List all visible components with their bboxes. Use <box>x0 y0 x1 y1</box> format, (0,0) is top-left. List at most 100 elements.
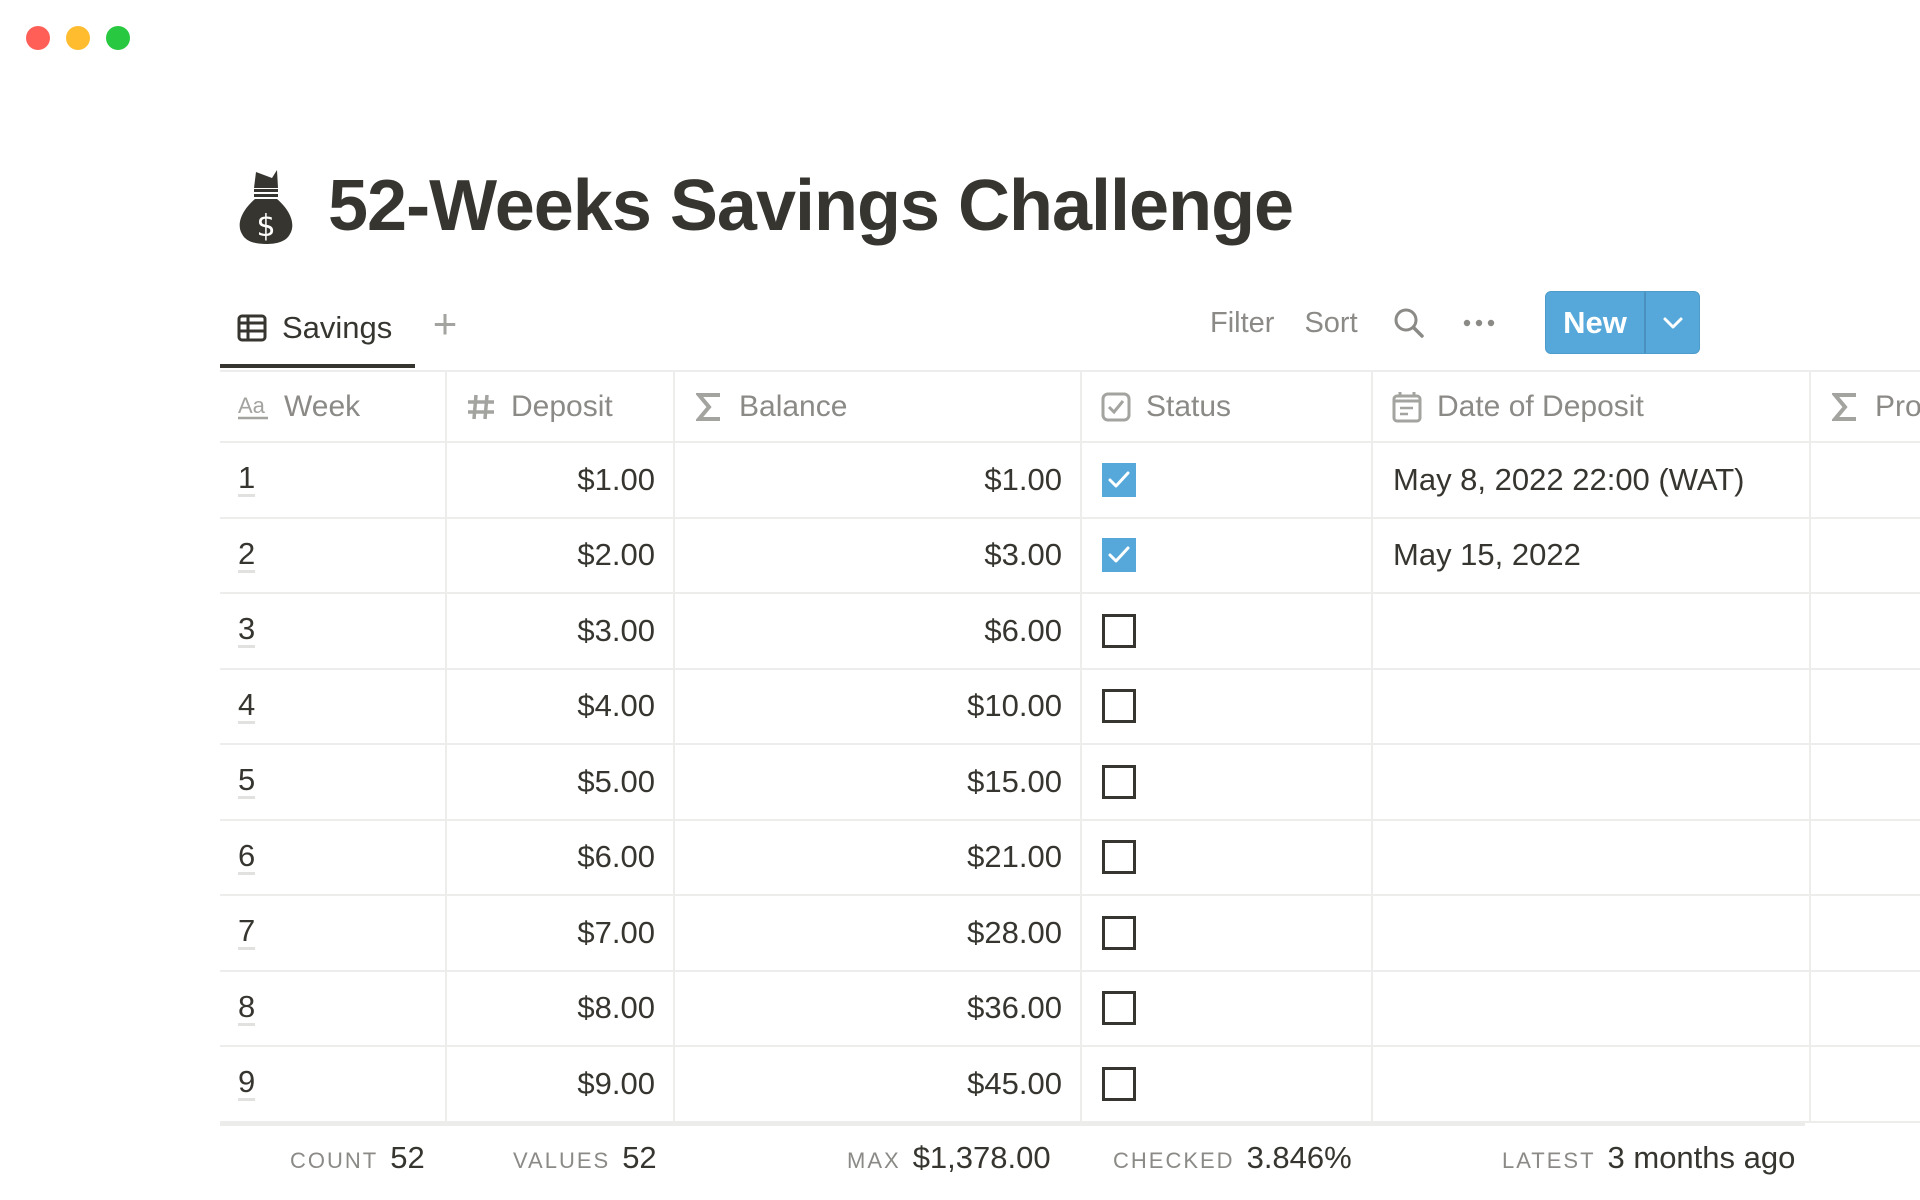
status-cell[interactable] <box>1082 1047 1373 1121</box>
status-checkbox-unchecked[interactable] <box>1102 915 1136 950</box>
deposit-cell[interactable]: $2.00 <box>447 518 675 592</box>
status-cell[interactable] <box>1082 971 1373 1045</box>
balance-cell[interactable]: $28.00 <box>675 896 1082 970</box>
progress-cell[interactable] <box>1811 670 1920 744</box>
new-dropdown-button[interactable] <box>1646 292 1699 353</box>
progress-cell[interactable] <box>1811 972 1920 1046</box>
new-button[interactable]: New <box>1546 292 1646 353</box>
column-header-status[interactable]: Status <box>1082 372 1373 441</box>
progress-cell[interactable] <box>1811 745 1920 819</box>
date-cell[interactable] <box>1373 971 1811 1045</box>
status-checkbox-unchecked[interactable] <box>1102 613 1136 648</box>
status-cell[interactable] <box>1082 669 1373 743</box>
week-cell[interactable]: 4 <box>220 669 447 743</box>
deposit-cell[interactable]: $7.00 <box>447 896 675 970</box>
calc-max[interactable]: MAX $1,378.00 <box>847 1140 1051 1190</box>
progress-cell[interactable] <box>1811 1047 1920 1121</box>
week-cell[interactable]: 8 <box>220 971 447 1045</box>
progress-cell[interactable] <box>1811 896 1920 970</box>
week-value[interactable]: 6 <box>238 840 256 875</box>
deposit-cell[interactable]: $3.00 <box>447 594 675 668</box>
deposit-cell[interactable]: $4.00 <box>447 669 675 743</box>
date-cell[interactable]: May 8, 2022 22:00 (WAT) <box>1373 443 1811 517</box>
table-row[interactable]: 8 $8.00 $36.00 <box>220 971 1920 1047</box>
date-cell[interactable] <box>1373 820 1811 894</box>
status-cell[interactable] <box>1082 594 1373 668</box>
balance-cell[interactable]: $3.00 <box>675 518 1082 592</box>
maximize-window-button[interactable] <box>106 26 130 50</box>
week-cell[interactable]: 5 <box>220 745 447 819</box>
progress-cell[interactable] <box>1811 443 1920 517</box>
column-header-date-of-deposit[interactable]: Date of Deposit <box>1373 372 1811 441</box>
date-cell[interactable] <box>1373 594 1811 668</box>
status-cell[interactable] <box>1082 443 1373 517</box>
date-cell[interactable] <box>1373 1047 1811 1121</box>
progress-cell[interactable] <box>1811 594 1920 668</box>
status-cell[interactable] <box>1082 896 1373 970</box>
calc-count[interactable]: COUNT 52 <box>290 1140 425 1190</box>
deposit-cell[interactable]: $8.00 <box>447 971 675 1045</box>
status-checkbox-checked[interactable] <box>1102 462 1136 497</box>
status-cell[interactable] <box>1082 745 1373 819</box>
status-checkbox-unchecked[interactable] <box>1102 1066 1136 1101</box>
status-checkbox-unchecked[interactable] <box>1102 840 1136 875</box>
week-value[interactable]: 7 <box>238 915 256 951</box>
week-value[interactable]: 3 <box>238 613 256 649</box>
status-cell[interactable] <box>1082 820 1373 894</box>
close-window-button[interactable] <box>26 26 50 50</box>
column-header-week[interactable]: Aa Week <box>220 372 447 441</box>
status-cell[interactable] <box>1082 518 1373 592</box>
week-cell[interactable]: 6 <box>220 820 447 894</box>
table-row[interactable]: 9 $9.00 $45.00 <box>220 1047 1920 1123</box>
balance-cell[interactable]: $10.00 <box>675 669 1082 743</box>
column-header-deposit[interactable]: Deposit <box>447 372 675 441</box>
balance-cell[interactable]: $45.00 <box>675 1047 1082 1121</box>
search-button[interactable] <box>1392 306 1426 340</box>
week-cell[interactable]: 2 <box>220 518 447 592</box>
deposit-cell[interactable]: $9.00 <box>447 1047 675 1121</box>
balance-cell[interactable]: $21.00 <box>675 820 1082 894</box>
calc-values[interactable]: VALUES 52 <box>513 1140 657 1190</box>
more-options-button[interactable] <box>1462 306 1496 340</box>
sort-button[interactable]: Sort <box>1304 307 1357 340</box>
status-checkbox-unchecked[interactable] <box>1102 991 1136 1026</box>
table-row[interactable]: 3 $3.00 $6.00 <box>220 594 1920 670</box>
balance-cell[interactable]: $15.00 <box>675 745 1082 819</box>
week-value[interactable]: 2 <box>238 538 256 573</box>
balance-cell[interactable]: $6.00 <box>675 594 1082 668</box>
deposit-cell[interactable]: $1.00 <box>447 443 675 517</box>
status-checkbox-checked[interactable] <box>1102 538 1136 573</box>
date-cell[interactable] <box>1373 669 1811 743</box>
date-cell[interactable] <box>1373 745 1811 819</box>
balance-cell[interactable]: $36.00 <box>675 971 1082 1045</box>
table-row[interactable]: 2 $2.00 $3.00 May 15, 2022 <box>220 518 1920 594</box>
week-value[interactable]: 1 <box>238 462 256 498</box>
table-row[interactable]: 4 $4.00 $10.00 <box>220 669 1920 745</box>
week-cell[interactable]: 1 <box>220 443 447 517</box>
week-value[interactable]: 8 <box>238 991 256 1026</box>
week-cell[interactable]: 9 <box>220 1047 447 1121</box>
calc-checked[interactable]: CHECKED 3.846% <box>1113 1140 1352 1190</box>
week-cell[interactable]: 7 <box>220 896 447 970</box>
week-value[interactable]: 9 <box>238 1066 256 1102</box>
column-header-balance[interactable]: Balance <box>675 372 1082 441</box>
week-value[interactable]: 4 <box>238 689 256 724</box>
deposit-cell[interactable]: $6.00 <box>447 820 675 894</box>
table-row[interactable]: 6 $6.00 $21.00 <box>220 820 1920 896</box>
week-value[interactable]: 5 <box>238 764 256 800</box>
minimize-window-button[interactable] <box>66 26 90 50</box>
table-row[interactable]: 1 $1.00 $1.00 May 8, 2022 22:00 (WAT) <box>220 443 1920 519</box>
page-title[interactable]: 52-Weeks Savings Challenge <box>328 165 1294 247</box>
table-row[interactable]: 5 $5.00 $15.00 <box>220 745 1920 821</box>
progress-cell[interactable] <box>1811 519 1920 593</box>
calc-latest[interactable]: LATEST 3 months ago <box>1502 1140 1795 1190</box>
tab-savings[interactable]: Savings <box>220 288 415 368</box>
table-row[interactable]: 7 $7.00 $28.00 <box>220 896 1920 972</box>
status-checkbox-unchecked[interactable] <box>1102 689 1136 724</box>
status-checkbox-unchecked[interactable] <box>1102 764 1136 799</box>
add-view-button[interactable]: + <box>425 303 465 346</box>
date-cell[interactable]: May 15, 2022 <box>1373 518 1811 592</box>
filter-button[interactable]: Filter <box>1210 307 1274 340</box>
deposit-cell[interactable]: $5.00 <box>447 745 675 819</box>
balance-cell[interactable]: $1.00 <box>675 443 1082 517</box>
